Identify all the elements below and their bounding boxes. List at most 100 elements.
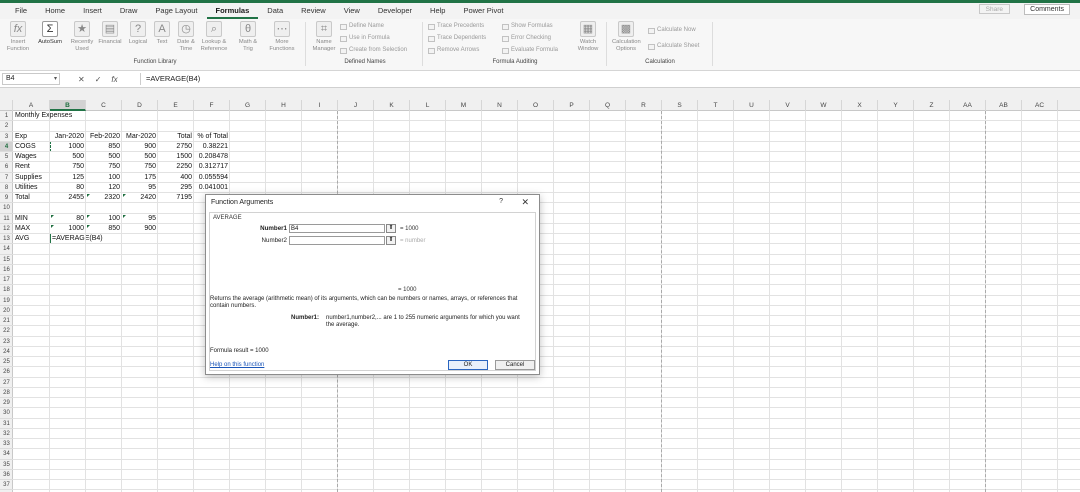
column-header-b[interactable]: B [50, 100, 86, 111]
column-header-s[interactable]: S [662, 100, 698, 111]
row-header-6[interactable]: 6 [0, 162, 13, 173]
column-header-r[interactable]: R [626, 100, 662, 111]
row-header-12[interactable]: 12 [0, 224, 13, 234]
row-header-18[interactable]: 18 [0, 285, 13, 296]
column-header-ab[interactable]: AB [986, 100, 1022, 111]
row-header-5[interactable]: 5 [0, 152, 13, 163]
watch-window-button[interactable]: ▦ Watch Window [574, 21, 602, 52]
calculation-options-button[interactable]: ▩ Calculation Options [612, 21, 641, 52]
column-header-y[interactable]: Y [878, 100, 914, 111]
show-formulas-button[interactable]: Show Formulas [502, 22, 553, 31]
tab-file[interactable]: File [6, 3, 36, 19]
tab-help[interactable]: Help [421, 3, 454, 19]
row-header-10[interactable]: 10 [0, 203, 13, 214]
row-header-32[interactable]: 32 [0, 429, 13, 439]
error-checking-button[interactable]: Error Checking [502, 34, 551, 43]
tab-formulas[interactable]: Formulas [206, 3, 259, 19]
column-header-k[interactable]: K [374, 100, 410, 111]
column-header-z[interactable]: Z [914, 100, 950, 111]
calculate-now-button[interactable]: Calculate Now [648, 26, 696, 35]
row-header-13[interactable]: 13 [0, 234, 13, 245]
row-header-7[interactable]: 7 [0, 173, 13, 183]
calculate-sheet-button[interactable]: Calculate Sheet [648, 42, 699, 51]
number1-input[interactable]: B4 [289, 224, 385, 233]
row-header-28[interactable]: 28 [0, 388, 13, 398]
collapse-dialog-icon[interactable]: ⬆ [386, 224, 396, 233]
row-header-23[interactable]: 23 [0, 337, 13, 347]
spreadsheet-grid[interactable]: A B C D E F G H I J K L M N O P Q R S T U V W X Y Z AA AB AC 1234567… [0, 100, 1080, 492]
row-header-14[interactable]: 14 [0, 244, 13, 255]
more-functions-button[interactable]: ⋯ More Functions [268, 21, 296, 52]
trace-precedents-button[interactable]: Trace Precedents [428, 22, 484, 31]
column-header-a[interactable]: A [13, 100, 50, 111]
row-header-8[interactable]: 8 [0, 183, 13, 193]
column-header-ac[interactable]: AC [1022, 100, 1058, 111]
row-header-33[interactable]: 33 [0, 439, 13, 450]
column-header-n[interactable]: N [482, 100, 518, 111]
column-header-aa[interactable]: AA [950, 100, 986, 111]
define-name-button[interactable]: Define Name [340, 22, 384, 31]
row-header-29[interactable]: 29 [0, 398, 13, 409]
row-header-26[interactable]: 26 [0, 367, 13, 378]
remove-arrows-button[interactable]: Remove Arrows [428, 46, 479, 55]
column-header-e[interactable]: E [158, 100, 194, 111]
close-icon[interactable]: ✕ [521, 197, 529, 208]
tab-developer[interactable]: Developer [369, 3, 421, 19]
recently-used-button[interactable]: ★ Recently Used [68, 21, 96, 52]
row-header-31[interactable]: 31 [0, 419, 13, 429]
name-manager-button[interactable]: ⌗ Name Manager [310, 21, 338, 52]
autosum-button[interactable]: Σ AutoSum [36, 21, 64, 46]
tab-draw[interactable]: Draw [111, 3, 147, 19]
column-header-i[interactable]: I [302, 100, 338, 111]
column-header-g[interactable]: G [230, 100, 266, 111]
row-header-35[interactable]: 35 [0, 460, 13, 470]
row-header-4[interactable]: 4 [0, 141, 13, 152]
row-header-19[interactable]: 19 [0, 296, 13, 306]
tab-review[interactable]: Review [292, 3, 335, 19]
row-header-2[interactable]: 2 [0, 121, 13, 132]
column-header-q[interactable]: Q [590, 100, 626, 111]
row-header-11[interactable]: 11 [0, 214, 13, 224]
tab-insert[interactable]: Insert [74, 3, 111, 19]
insert-function-button[interactable]: fx Insert Function [4, 21, 32, 52]
tab-view[interactable]: View [335, 3, 369, 19]
row-header-25[interactable]: 25 [0, 357, 13, 368]
row-header-34[interactable]: 34 [0, 449, 13, 460]
cancel-button[interactable]: Cancel [495, 360, 535, 370]
use-in-formula-button[interactable]: Use in Formula [340, 34, 390, 43]
math-trig-button[interactable]: θ Math & Trig [234, 21, 262, 52]
comments-button[interactable]: Comments [1024, 4, 1070, 15]
row-header-36[interactable]: 36 [0, 470, 13, 480]
tab-data[interactable]: Data [258, 3, 292, 19]
column-header-j[interactable]: J [338, 100, 374, 111]
row-header-16[interactable]: 16 [0, 265, 13, 275]
row-header-21[interactable]: 21 [0, 316, 13, 327]
column-header-x[interactable]: X [842, 100, 878, 111]
formula-input[interactable]: =AVERAGE(B4) [146, 73, 200, 85]
financial-button[interactable]: ▤ Financial [96, 21, 124, 46]
column-header-p[interactable]: P [554, 100, 590, 111]
column-header-f[interactable]: F [194, 100, 230, 111]
collapse-dialog-icon[interactable]: ⬆ [386, 236, 396, 245]
row-header-37[interactable]: 37 [0, 480, 13, 491]
row-header-1[interactable]: 1 [0, 111, 13, 122]
ok-button[interactable]: OK [448, 360, 488, 370]
column-header-o[interactable]: O [518, 100, 554, 111]
help-icon[interactable]: ? [499, 198, 503, 205]
fx-icon[interactable]: fx [111, 75, 117, 84]
number2-input[interactable] [289, 236, 385, 245]
column-header-t[interactable]: T [698, 100, 734, 111]
column-header-h[interactable]: H [266, 100, 302, 111]
row-header-17[interactable]: 17 [0, 275, 13, 286]
evaluate-formula-button[interactable]: Evaluate Formula [502, 46, 558, 55]
create-from-selection-button[interactable]: Create from Selection [340, 46, 407, 55]
column-header-d[interactable]: D [122, 100, 158, 111]
help-on-function-link[interactable]: Help on this function [210, 362, 264, 368]
name-box[interactable]: B4 ▾ [2, 73, 60, 85]
row-header-15[interactable]: 15 [0, 255, 13, 265]
trace-dependents-button[interactable]: Trace Dependents [428, 34, 486, 43]
row-header-3[interactable]: 3 [0, 132, 13, 142]
column-header-w[interactable]: W [806, 100, 842, 111]
date-time-button[interactable]: ◷ Date & Time [172, 21, 200, 52]
column-header-c[interactable]: C [86, 100, 122, 111]
